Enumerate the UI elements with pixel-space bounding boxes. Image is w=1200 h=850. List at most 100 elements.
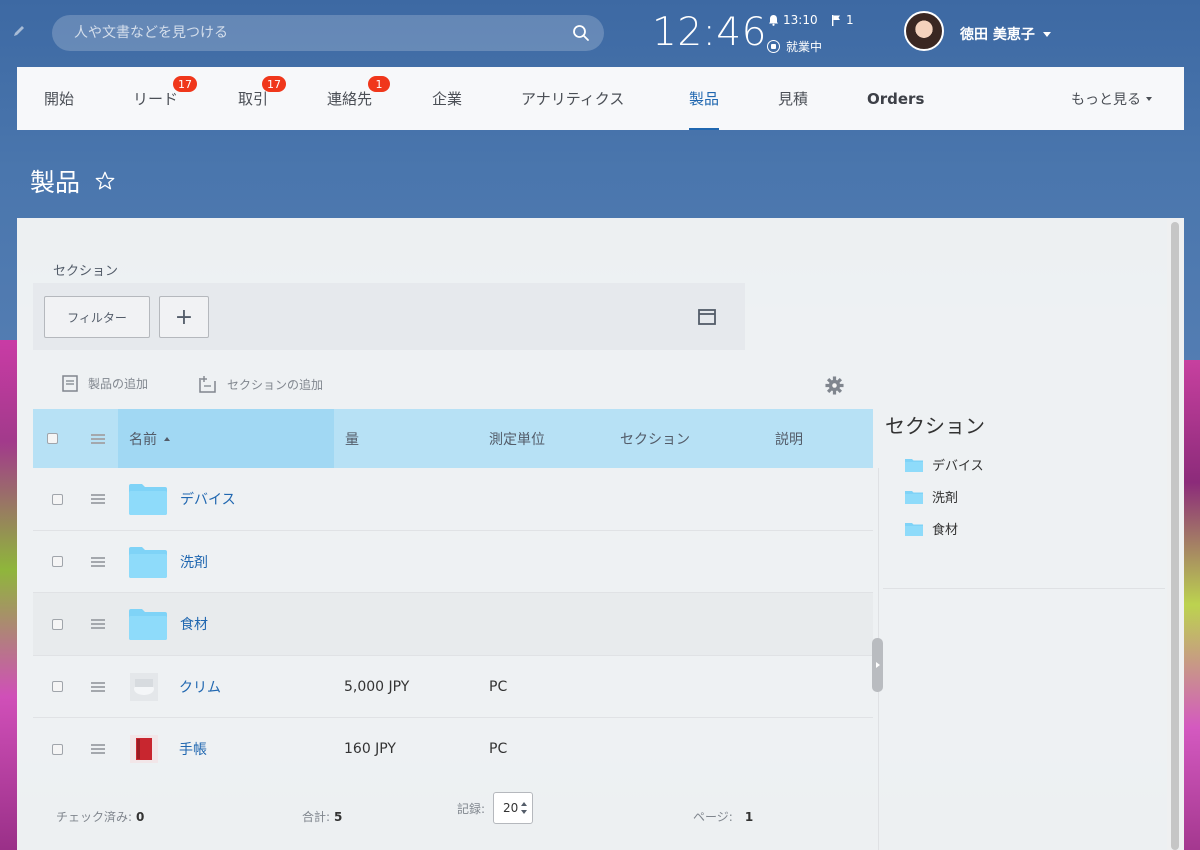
- records-value: 20: [503, 801, 519, 815]
- chevron-down-icon: [1146, 96, 1152, 101]
- row-unit: PC: [489, 678, 508, 695]
- nav-item-label: 見積: [778, 90, 809, 108]
- page-label: ページ:: [693, 810, 733, 824]
- sidebar-item-label: 洗剤: [932, 491, 959, 506]
- nav-item-contacts[interactable]: 連絡先 1: [327, 67, 390, 130]
- document-icon: [62, 375, 78, 392]
- filter-section-label: セクション: [53, 264, 119, 279]
- add-section-icon: [199, 376, 216, 393]
- total-count: 合計: 5: [302, 808, 342, 825]
- column-header-label: 説明: [775, 431, 803, 448]
- user-menu[interactable]: 徳田 美恵子: [960, 24, 1051, 44]
- window-icon[interactable]: [698, 309, 716, 325]
- row-name-link[interactable]: 食材: [180, 593, 208, 655]
- row-name-link[interactable]: 手帳: [179, 718, 207, 780]
- search-input[interactable]: [52, 15, 604, 51]
- column-header-unit[interactable]: 測定単位: [489, 409, 545, 468]
- work-status[interactable]: 就業中: [767, 38, 822, 55]
- row-checkbox[interactable]: [52, 681, 63, 692]
- filter-button[interactable]: フィルター: [44, 296, 150, 338]
- add-product-button[interactable]: 製品の追加: [62, 375, 148, 392]
- sidebar-rule: [883, 588, 1165, 589]
- folder-cell: [129, 593, 167, 655]
- clock[interactable]: 12:46: [652, 10, 767, 55]
- menu-icon: [91, 556, 105, 567]
- row-name-link[interactable]: クリム: [179, 656, 221, 718]
- row-actions[interactable]: [91, 468, 105, 530]
- search-icon[interactable]: [572, 24, 590, 42]
- nav-item-orders[interactable]: Orders: [867, 67, 924, 130]
- nav-item-leads[interactable]: リード 17: [133, 67, 197, 130]
- nav-item-label: アナリティクス: [521, 90, 625, 108]
- sidebar-item-devices[interactable]: デバイス: [905, 455, 984, 474]
- background-flower-right: [1184, 360, 1200, 850]
- avatar[interactable]: [904, 11, 944, 51]
- table-row[interactable]: 食材: [33, 593, 873, 656]
- table-row[interactable]: クリム 5,000 JPY PC: [33, 656, 873, 718]
- column-header-section[interactable]: セクション: [620, 409, 690, 468]
- nav-item-label: 開始: [44, 90, 75, 108]
- nav-item-analytics[interactable]: アナリティクス: [521, 67, 624, 130]
- scrollbar[interactable]: [1167, 218, 1184, 850]
- search-box[interactable]: [52, 15, 604, 51]
- page-title-text: 製品: [30, 168, 81, 197]
- count-badge: 17: [173, 76, 197, 92]
- column-header-description[interactable]: 説明: [775, 409, 803, 468]
- count-badge: 1: [368, 76, 390, 92]
- row-actions[interactable]: [91, 593, 105, 655]
- row-name-link[interactable]: 洗剤: [180, 531, 208, 593]
- row-quantity: 160 JPY: [344, 741, 396, 757]
- table-row[interactable]: 洗剤: [33, 531, 873, 593]
- sidebar-toggle[interactable]: [872, 638, 883, 692]
- nav-more-button[interactable]: もっと見る: [1071, 67, 1152, 130]
- notebook-icon: [130, 735, 158, 763]
- row-unit: PC: [489, 741, 508, 757]
- sidebar-item-detergent[interactable]: 洗剤: [905, 487, 958, 506]
- product-thumb-cell: [130, 718, 158, 780]
- row-checkbox[interactable]: [52, 556, 63, 567]
- user-name: 徳田 美恵子: [960, 27, 1035, 43]
- row-checkbox-cell: [52, 531, 63, 593]
- table-row[interactable]: デバイス: [33, 468, 873, 531]
- records-select[interactable]: 20: [493, 792, 534, 824]
- product-image-icon: [130, 672, 158, 701]
- checked-count: チェック済み: 0: [56, 808, 144, 825]
- row-actions[interactable]: [91, 531, 105, 593]
- flag-counter[interactable]: 1: [832, 13, 854, 27]
- scrollbar-thumb[interactable]: [1171, 222, 1179, 850]
- folder-icon: [129, 546, 167, 578]
- folder-icon: [129, 484, 167, 515]
- table-header: 名前 量 測定単位 セクション 説明: [33, 409, 873, 468]
- select-all-checkbox[interactable]: [47, 433, 58, 444]
- sidebar-title: セクション: [885, 414, 985, 438]
- alarm-time: 13:10: [783, 13, 818, 27]
- sidebar-item-food[interactable]: 食材: [905, 519, 958, 538]
- alarm-reminder[interactable]: 13:10: [768, 13, 818, 27]
- content-panel: セクション フィルター + 製品の追加 セクションの追加 名前 量 測定単位 セ…: [17, 218, 1184, 850]
- nav-item-companies[interactable]: 企業: [432, 67, 462, 130]
- row-actions[interactable]: [91, 656, 105, 718]
- records-label: 記録:: [457, 801, 486, 816]
- column-settings[interactable]: [91, 409, 105, 468]
- nav-item-products[interactable]: 製品: [689, 67, 720, 130]
- nav-item-deals[interactable]: 取引 17: [238, 67, 286, 130]
- row-checkbox[interactable]: [52, 743, 63, 755]
- nav-item-quotes[interactable]: 見積: [778, 67, 808, 130]
- pencil-icon[interactable]: [12, 24, 26, 38]
- row-name-link[interactable]: デバイス: [180, 468, 236, 530]
- row-actions[interactable]: [91, 718, 105, 780]
- add-filter-button[interactable]: +: [159, 296, 209, 338]
- gear-icon[interactable]: [825, 376, 844, 395]
- column-header-label: 測定単位: [489, 431, 545, 448]
- nav-item-start[interactable]: 開始: [44, 67, 74, 130]
- folder-icon: [905, 522, 923, 536]
- page-number[interactable]: 1: [745, 810, 753, 824]
- table-row[interactable]: 手帳 160 JPY PC: [33, 718, 873, 781]
- column-header-quantity[interactable]: 量: [345, 409, 359, 468]
- add-section-button[interactable]: セクションの追加: [199, 375, 323, 393]
- row-checkbox-cell: [52, 468, 63, 530]
- row-checkbox[interactable]: [52, 618, 63, 630]
- column-header-name[interactable]: 名前: [129, 409, 170, 468]
- row-checkbox[interactable]: [52, 493, 63, 505]
- star-icon[interactable]: [94, 170, 116, 192]
